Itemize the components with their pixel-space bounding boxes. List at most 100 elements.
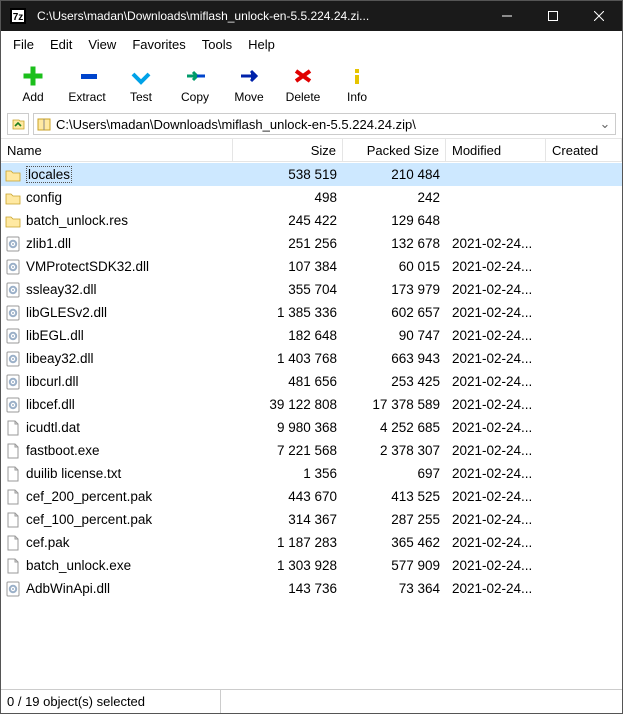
extract-button[interactable]: Extract [61, 62, 113, 106]
file-packed-size: 129 648 [343, 213, 446, 228]
file-row[interactable]: fastboot.exe7 221 5682 378 3072021-02-24… [1, 439, 622, 462]
file-name: libeay32.dll [26, 351, 94, 366]
file-row[interactable]: cef_100_percent.pak314 367287 2552021-02… [1, 508, 622, 531]
file-name: config [26, 190, 62, 205]
file-row[interactable]: libGLESv2.dll1 385 336602 6572021-02-24.… [1, 301, 622, 324]
col-packed-size[interactable]: Packed Size [343, 139, 446, 161]
info-button[interactable]: Info [331, 62, 383, 106]
menu-help[interactable]: Help [240, 33, 283, 56]
statusbar: 0 / 19 object(s) selected [1, 689, 622, 713]
addressbar: C:\Users\madan\Downloads\miflash_unlock-… [1, 110, 622, 138]
file-row[interactable]: AdbWinApi.dll143 73673 3642021-02-24... [1, 577, 622, 600]
add-button[interactable]: Add [7, 62, 59, 106]
file-size: 9 980 368 [233, 420, 343, 435]
file-row[interactable]: icudtl.dat9 980 3684 252 6852021-02-24..… [1, 416, 622, 439]
file-size: 7 221 568 [233, 443, 343, 458]
copy-button[interactable]: Copy [169, 62, 221, 106]
file-modified: 2021-02-24... [446, 282, 546, 297]
file-row[interactable]: VMProtectSDK32.dll107 38460 0152021-02-2… [1, 255, 622, 278]
file-row[interactable]: cef.pak1 187 283365 4622021-02-24... [1, 531, 622, 554]
file-packed-size: 90 747 [343, 328, 446, 343]
menu-edit[interactable]: Edit [42, 33, 80, 56]
file-packed-size: 242 [343, 190, 446, 205]
file-size: 498 [233, 190, 343, 205]
window-title: C:\Users\madan\Downloads\miflash_unlock-… [35, 9, 484, 23]
file-row[interactable]: libcef.dll39 122 80817 378 5892021-02-24… [1, 393, 622, 416]
file-modified: 2021-02-24... [446, 420, 546, 435]
menu-favorites[interactable]: Favorites [124, 33, 193, 56]
col-modified[interactable]: Modified [446, 139, 546, 161]
file-row[interactable]: config 498242 [1, 186, 622, 209]
close-button[interactable] [576, 1, 622, 31]
maximize-button[interactable] [530, 1, 576, 31]
address-combo[interactable]: C:\Users\madan\Downloads\miflash_unlock-… [33, 113, 616, 135]
file-packed-size: 173 979 [343, 282, 446, 297]
file-icon [5, 512, 21, 528]
up-button[interactable] [7, 113, 29, 135]
file-modified: 2021-02-24... [446, 535, 546, 550]
file-row[interactable]: zlib1.dll251 256132 6782021-02-24... [1, 232, 622, 255]
file-row[interactable]: libeay32.dll1 403 768663 9432021-02-24..… [1, 347, 622, 370]
file-packed-size: 132 678 [343, 236, 446, 251]
file-size: 481 656 [233, 374, 343, 389]
file-size: 245 422 [233, 213, 343, 228]
file-packed-size: 60 015 [343, 259, 446, 274]
file-name: batch_unlock.exe [26, 558, 131, 573]
file-row[interactable]: libEGL.dll182 64890 7472021-02-24... [1, 324, 622, 347]
col-name[interactable]: Name [1, 139, 233, 161]
file-modified: 2021-02-24... [446, 351, 546, 366]
delete-icon [291, 64, 315, 88]
titlebar[interactable]: 7z C:\Users\madan\Downloads\miflash_unlo… [1, 1, 622, 31]
dll-icon [5, 305, 21, 321]
file-packed-size: 577 909 [343, 558, 446, 573]
folder-icon [5, 190, 21, 206]
file-name: libGLESv2.dll [26, 305, 107, 320]
file-packed-size: 73 364 [343, 581, 446, 596]
menu-tools[interactable]: Tools [194, 33, 240, 56]
dll-icon [5, 328, 21, 344]
move-button[interactable]: Move [223, 62, 275, 106]
file-size: 107 384 [233, 259, 343, 274]
dropdown-icon[interactable]: ⌄ [597, 116, 613, 132]
file-packed-size: 17 378 589 [343, 397, 446, 412]
file-row[interactable]: cef_200_percent.pak443 670413 5252021-02… [1, 485, 622, 508]
file-name: icudtl.dat [26, 420, 80, 435]
file-modified: 2021-02-24... [446, 443, 546, 458]
file-row[interactable]: libcurl.dll481 656253 4252021-02-24... [1, 370, 622, 393]
file-size: 182 648 [233, 328, 343, 343]
status-rest [221, 690, 622, 713]
file-packed-size: 602 657 [343, 305, 446, 320]
delete-button[interactable]: Delete [277, 62, 329, 106]
menu-file[interactable]: File [5, 33, 42, 56]
test-icon [129, 64, 153, 88]
file-row[interactable]: locales538 519210 484 [1, 163, 622, 186]
file-row[interactable]: duilib license.txt1 3566972021-02-24... [1, 462, 622, 485]
menu-view[interactable]: View [80, 33, 124, 56]
file-icon [5, 558, 21, 574]
file-name: locales [26, 166, 72, 183]
file-modified: 2021-02-24... [446, 489, 546, 504]
file-row[interactable]: batch_unlock.exe1 303 928577 9092021-02-… [1, 554, 622, 577]
file-packed-size: 287 255 [343, 512, 446, 527]
col-created[interactable]: Created [546, 139, 622, 161]
folder-icon [5, 167, 21, 183]
file-list[interactable]: locales538 519210 484 config 498242 batch_u… [1, 162, 622, 689]
file-modified: 2021-02-24... [446, 512, 546, 527]
file-icon [5, 535, 21, 551]
file-size: 39 122 808 [233, 397, 343, 412]
file-row[interactable]: batch_unlock.res245 422129 648 [1, 209, 622, 232]
file-packed-size: 663 943 [343, 351, 446, 366]
file-modified: 2021-02-24... [446, 374, 546, 389]
minimize-button[interactable] [484, 1, 530, 31]
col-size[interactable]: Size [233, 139, 343, 161]
menubar: File Edit View Favorites Tools Help [1, 31, 622, 58]
file-row[interactable]: ssleay32.dll355 704173 9792021-02-24... [1, 278, 622, 301]
file-size: 1 356 [233, 466, 343, 481]
file-name: libcurl.dll [26, 374, 79, 389]
file-modified: 2021-02-24... [446, 397, 546, 412]
file-modified: 2021-02-24... [446, 236, 546, 251]
file-name: cef.pak [26, 535, 70, 550]
test-button[interactable]: Test [115, 62, 167, 106]
address-path: C:\Users\madan\Downloads\miflash_unlock-… [56, 117, 597, 132]
column-headers: Name Size Packed Size Modified Created [1, 138, 622, 162]
